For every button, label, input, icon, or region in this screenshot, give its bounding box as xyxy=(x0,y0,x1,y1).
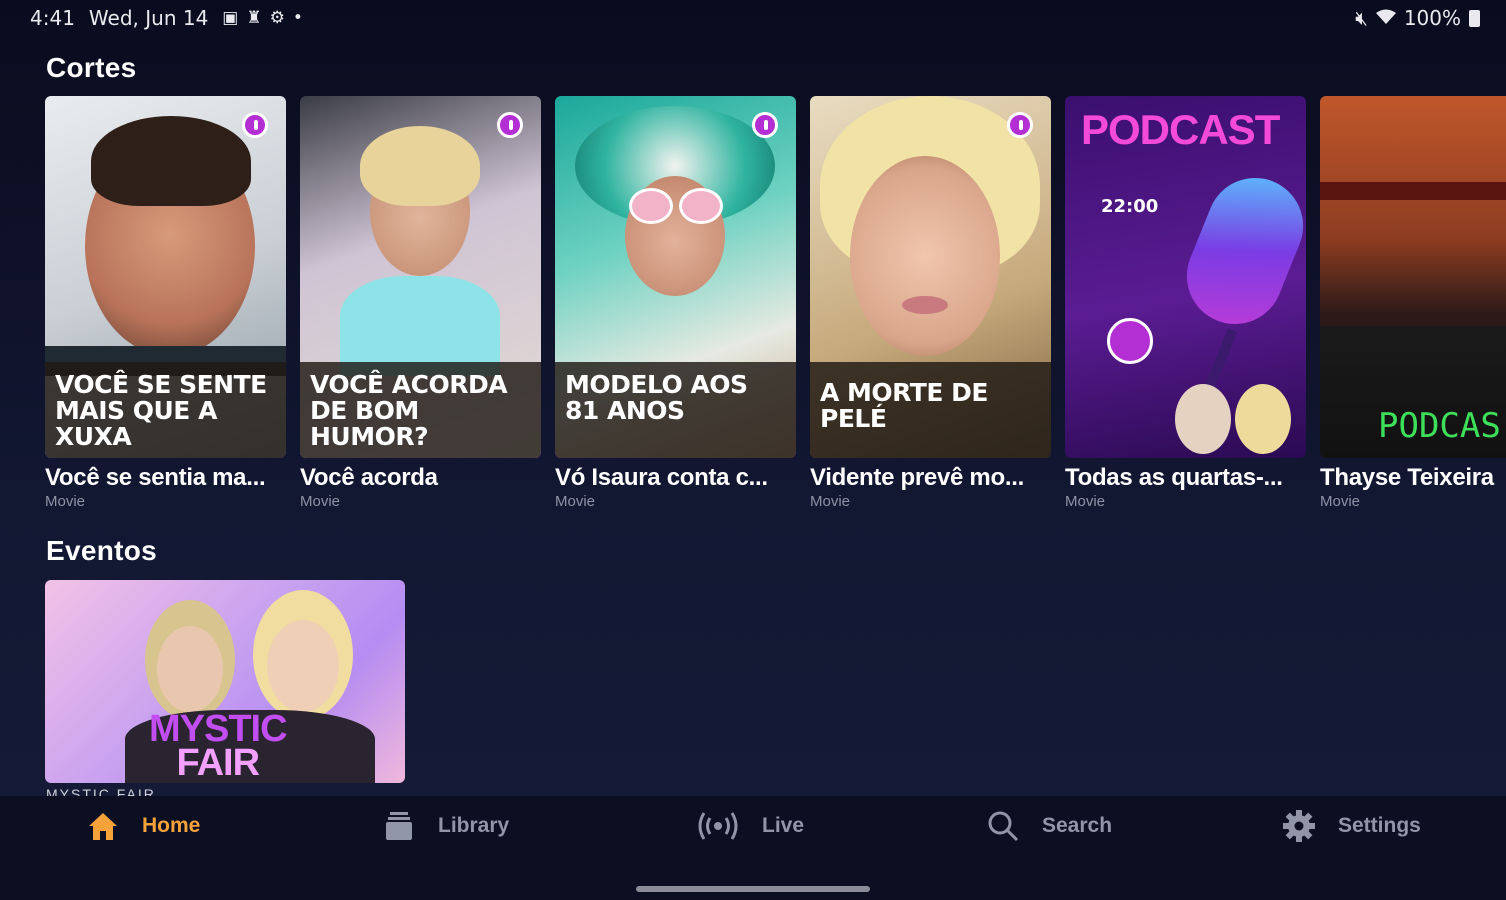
settings-small-icon: ⚙ xyxy=(269,8,285,28)
mystic-word: MYSTIC xyxy=(149,708,288,750)
nav-library-label: Library xyxy=(438,814,510,837)
battery-icon xyxy=(1469,9,1480,27)
card-thumbnail[interactable]: PODCAST 22:00 xyxy=(1065,96,1306,458)
ellas-logo-icon xyxy=(752,112,778,138)
eventos-row[interactable]: MYSTIC FAIR xyxy=(45,580,405,783)
card-subtitle: Movie xyxy=(1065,493,1106,510)
card-thumbnail[interactable]: VOCÊ SE SENTE MAIS QUE A XUXA xyxy=(45,96,286,458)
nav-library[interactable]: Library xyxy=(382,810,509,842)
card-overlay-text: A MORTE DE PELÉ xyxy=(810,362,1051,458)
battery-label: 100% xyxy=(1403,6,1461,30)
card-title: Vó Isaura conta c... xyxy=(555,464,768,491)
card-subtitle: Movie xyxy=(300,493,341,510)
card-subtitle: Movie xyxy=(555,493,596,510)
ellas-logo-icon xyxy=(242,112,268,138)
nav-home-label: Home xyxy=(142,814,201,837)
card-thumbnail[interactable]: PODCAS xyxy=(1320,96,1506,458)
search-icon xyxy=(986,810,1020,842)
card-overlay-text: MODELO AOS 81 ANOS xyxy=(555,362,796,458)
media-card[interactable]: PODCAST 22:00 Todas as quartas-... Movie xyxy=(1065,96,1306,510)
nav-settings-label: Settings xyxy=(1338,814,1421,837)
mute-icon: 🔇︎ xyxy=(1355,6,1368,30)
clock: 4:41 xyxy=(30,6,75,30)
card-title: Vidente prevê mo... xyxy=(810,464,1024,491)
ellas-logo-icon xyxy=(1007,112,1033,138)
section-title-cortes: Cortes xyxy=(46,52,137,83)
fair-word: FAIR xyxy=(176,742,261,783)
cortes-row[interactable]: VOCÊ SE SENTE MAIS QUE A XUXA Você se se… xyxy=(45,96,1506,510)
nav-search-label: Search xyxy=(1042,814,1113,837)
gear-icon xyxy=(1282,810,1316,842)
card-title: Você acorda xyxy=(300,464,438,491)
media-card[interactable]: MODELO AOS 81 ANOS Vó Isaura conta c... … xyxy=(555,96,796,510)
library-icon xyxy=(382,810,416,842)
podcast-time: 22:00 xyxy=(1101,196,1159,217)
section-title-eventos: Eventos xyxy=(46,535,158,566)
date: Wed, Jun 14 xyxy=(88,6,209,30)
podcast-word: PODCAST xyxy=(1081,106,1280,153)
image-icon: ▣ xyxy=(222,8,239,28)
card-title: Você se sentia ma... xyxy=(45,464,266,491)
mystic-fair-logo: MYSTIC FAIR xyxy=(149,708,288,783)
status-bar: 4:41 Wed, Jun 14 ▣ ♜ ⚙ • 🔇︎ 100% xyxy=(0,0,1506,38)
card-thumbnail[interactable]: A MORTE DE PELÉ xyxy=(810,96,1051,458)
card-title: Thayse Teixeira xyxy=(1320,464,1494,491)
home-icon xyxy=(86,810,120,842)
live-broadcast-icon xyxy=(696,810,740,842)
nav-live[interactable]: Live xyxy=(696,810,804,842)
android-icon: ♜ xyxy=(246,8,262,28)
event-thumbnail[interactable]: MYSTIC FAIR xyxy=(45,580,405,783)
card-title: Todas as quartas-... xyxy=(1065,464,1283,491)
status-left: 4:41 Wed, Jun 14 ▣ ♜ ⚙ • xyxy=(30,6,303,30)
card-subtitle: Movie xyxy=(810,493,851,510)
nav-search[interactable]: Search xyxy=(986,810,1112,842)
notification-icons: ▣ ♜ ⚙ • xyxy=(222,8,303,28)
media-card[interactable]: PODCAS Thayse Teixeira Movie xyxy=(1320,96,1506,510)
wifi-icon xyxy=(1375,6,1396,30)
card-thumbnail[interactable]: VOCÊ ACORDA DE BOM HUMOR? xyxy=(300,96,541,458)
card-subtitle: Movie xyxy=(45,493,86,510)
nav-live-label: Live xyxy=(762,814,805,837)
bottom-navigation: Home Library Live Search Settings xyxy=(0,796,1506,900)
event-caption: MYSTIC FAIR xyxy=(46,786,156,796)
card-subtitle: Movie xyxy=(1320,493,1361,510)
nav-home[interactable]: Home xyxy=(86,810,200,842)
event-card[interactable]: MYSTIC FAIR xyxy=(45,580,405,783)
card-thumbnail[interactable]: MODELO AOS 81 ANOS xyxy=(555,96,796,458)
gesture-home-indicator[interactable] xyxy=(636,886,870,892)
media-card[interactable]: VOCÊ ACORDA DE BOM HUMOR? Você acorda Mo… xyxy=(300,96,541,510)
dot-icon: • xyxy=(292,8,303,28)
media-card[interactable]: VOCÊ SE SENTE MAIS QUE A XUXA Você se se… xyxy=(45,96,286,510)
ellas-logo-icon xyxy=(497,112,523,138)
card-overlay-text: PODCAS xyxy=(1378,406,1501,446)
media-card[interactable]: A MORTE DE PELÉ Vidente prevê mo... Movi… xyxy=(810,96,1051,510)
nav-settings[interactable]: Settings xyxy=(1282,810,1421,842)
card-overlay-text: VOCÊ ACORDA DE BOM HUMOR? xyxy=(300,362,541,458)
card-overlay-text: VOCÊ SE SENTE MAIS QUE A XUXA xyxy=(45,362,286,458)
status-right: 🔇︎ 100% xyxy=(1355,6,1480,30)
